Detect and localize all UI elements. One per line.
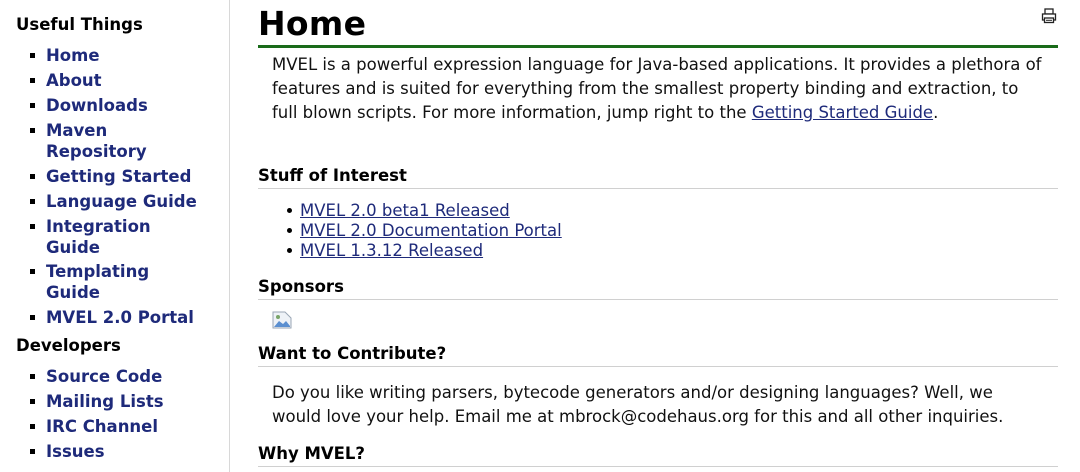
- useful-things-heading: Useful Things: [16, 15, 143, 34]
- nav-label: Source Code: [46, 367, 163, 386]
- bullet-icon: [287, 208, 292, 213]
- sponsors-heading: Sponsors: [258, 277, 1058, 300]
- sidebar: Useful Things Home About Downloads Maven…: [0, 0, 230, 472]
- bullet-icon: [30, 174, 35, 179]
- nav-label: Getting Started: [46, 167, 192, 186]
- nav-label: About: [46, 71, 102, 90]
- nav-getting-started[interactable]: Getting Started: [30, 166, 205, 187]
- bullet-icon: [30, 53, 35, 58]
- news-item: MVEL 2.0 beta1 Released: [287, 201, 510, 221]
- contribute-paragraph: Do you like writing parsers, bytecode ge…: [272, 383, 1004, 426]
- news-link-documentation-portal[interactable]: MVEL 2.0 Documentation Portal: [300, 221, 562, 240]
- nav-label: Templating Guide: [46, 262, 150, 302]
- nav-mailing-lists[interactable]: Mailing Lists: [30, 391, 205, 412]
- nav-label: Issues: [46, 442, 105, 461]
- nav-mvel-portal[interactable]: MVEL 2.0 Portal: [30, 307, 205, 328]
- bullet-icon: [30, 374, 35, 379]
- nav-maven-repository[interactable]: Maven Repository: [30, 120, 205, 162]
- bullet-icon: [30, 128, 35, 133]
- nav-integration-guide[interactable]: Integration Guide: [30, 216, 205, 258]
- title-divider: [258, 45, 1058, 48]
- nav-home[interactable]: Home: [30, 45, 205, 66]
- intro-paragraph: MVEL is a powerful expression language f…: [272, 53, 1042, 125]
- bullet-icon: [30, 449, 35, 454]
- news-item: MVEL 2.0 Documentation Portal: [287, 221, 562, 241]
- broken-image-icon[interactable]: [272, 311, 292, 329]
- nav-label: Maven Repository: [46, 121, 147, 161]
- nav-irc-channel[interactable]: IRC Channel: [30, 416, 205, 437]
- news-link-mvel-1-3-12[interactable]: MVEL 1.3.12 Released: [300, 241, 483, 260]
- bullet-icon: [30, 315, 35, 320]
- bullet-icon: [287, 248, 292, 253]
- nav-about[interactable]: About: [30, 70, 205, 91]
- bullet-icon: [30, 78, 35, 83]
- nav-label: MVEL 2.0 Portal: [46, 308, 194, 327]
- nav-label: IRC Channel: [46, 417, 159, 436]
- nav-source-code[interactable]: Source Code: [30, 366, 205, 387]
- nav-label: Mailing Lists: [46, 392, 164, 411]
- nav-label: Downloads: [46, 96, 148, 115]
- intro-end: .: [933, 103, 939, 122]
- why-mvel-heading: Why MVEL?: [258, 444, 1058, 467]
- bullet-icon: [30, 199, 35, 204]
- news-link-mvel-2-beta1[interactable]: MVEL 2.0 beta1 Released: [300, 201, 510, 220]
- nav-downloads[interactable]: Downloads: [30, 95, 205, 116]
- nav-label: Language Guide: [46, 192, 197, 211]
- nav-language-guide[interactable]: Language Guide: [30, 191, 205, 212]
- nav-label: Home: [46, 46, 100, 65]
- bullet-icon: [30, 269, 35, 274]
- bullet-icon: [287, 228, 292, 233]
- bullet-icon: [30, 103, 35, 108]
- nav-templating-guide[interactable]: Templating Guide: [30, 261, 205, 303]
- bullet-icon: [30, 424, 35, 429]
- news-item: MVEL 1.3.12 Released: [287, 241, 483, 261]
- want-to-contribute-heading: Want to Contribute?: [258, 344, 1058, 367]
- page-title: Home: [258, 4, 367, 43]
- printer-icon[interactable]: [1041, 8, 1057, 24]
- nav-issues[interactable]: Issues: [30, 441, 205, 462]
- getting-started-guide-link[interactable]: Getting Started Guide: [752, 103, 933, 122]
- stuff-of-interest-heading: Stuff of Interest: [258, 166, 1058, 189]
- developers-heading: Developers: [16, 336, 121, 355]
- bullet-icon: [30, 224, 35, 229]
- nav-label: Integration Guide: [46, 217, 151, 257]
- bullet-icon: [30, 399, 35, 404]
